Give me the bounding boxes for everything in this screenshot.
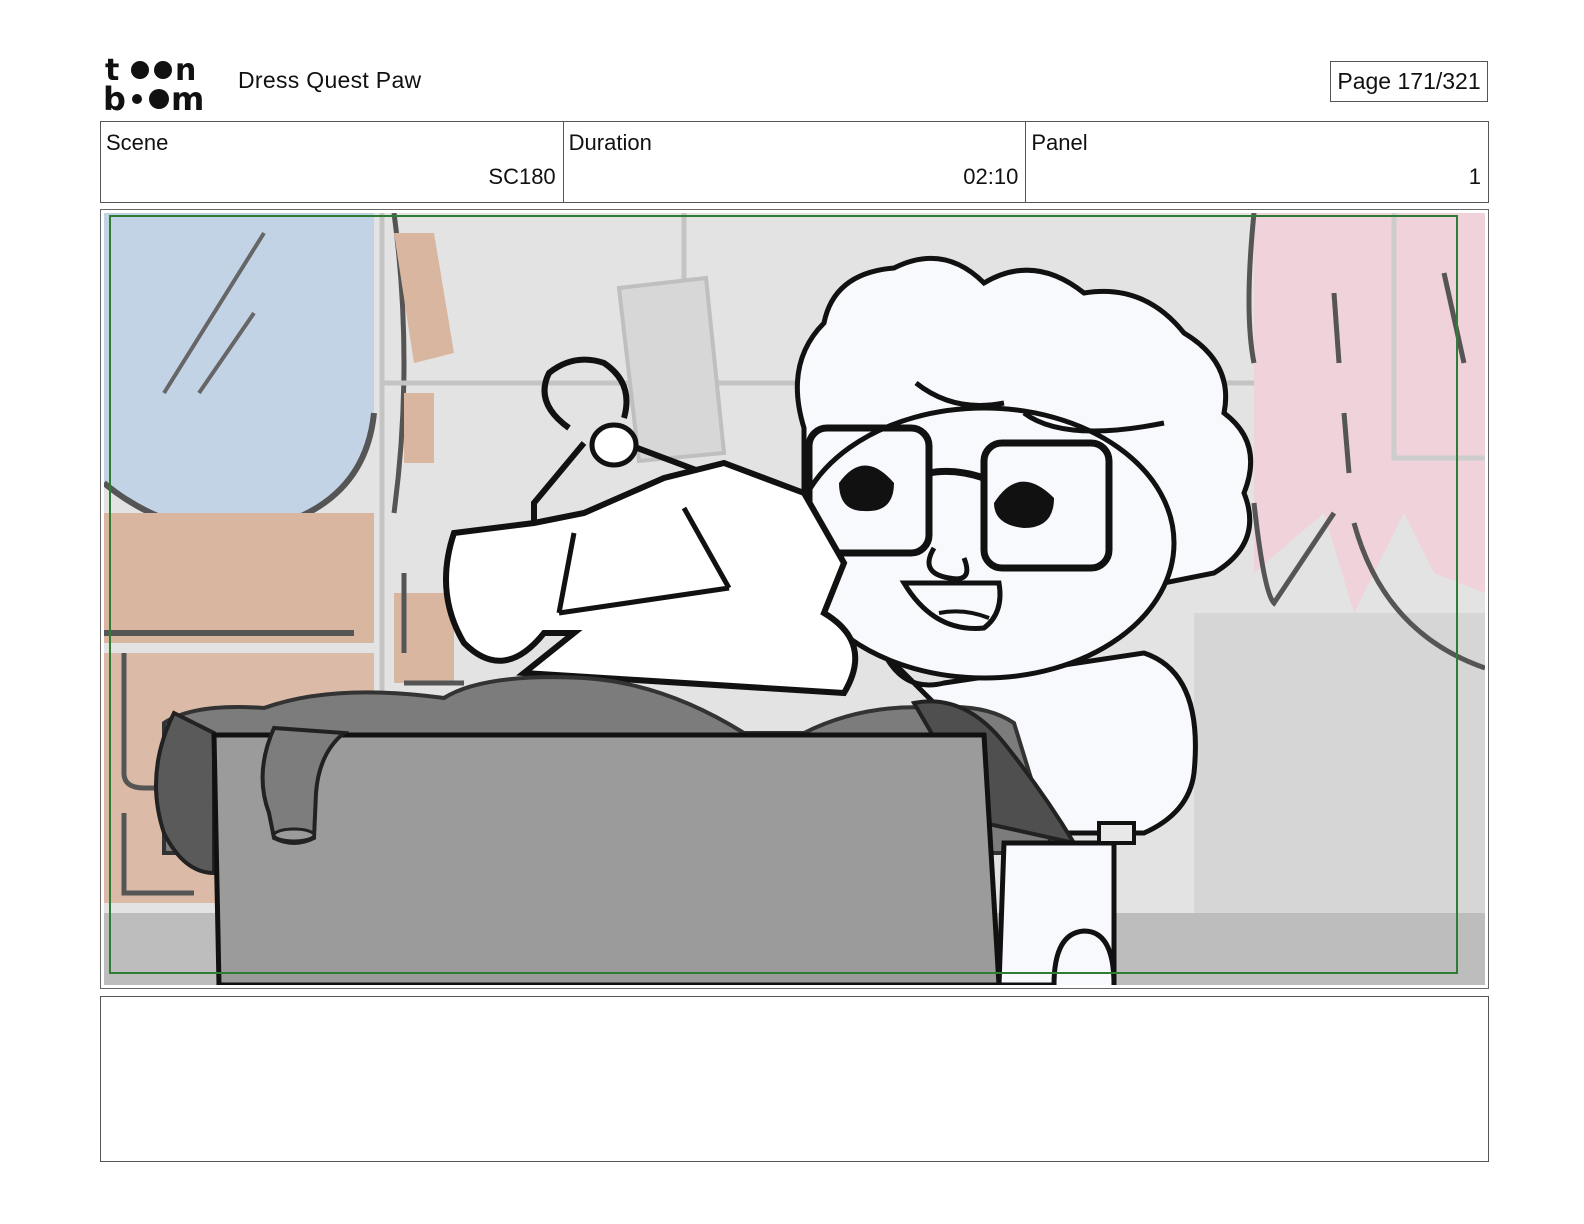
panel-value: 1: [1468, 164, 1482, 189]
toonboom-logo: t n b m: [103, 53, 204, 112]
scene-label: Scene: [106, 130, 169, 155]
storyboard-panel-image: [104, 213, 1485, 985]
svg-text:b: b: [103, 80, 126, 112]
panel-label: Panel: [1031, 130, 1088, 155]
svg-text:m: m: [171, 80, 204, 112]
scene-value: SC180: [488, 164, 556, 189]
panel-info-table: Scene SC180 Duration 02:10 Panel 1: [100, 121, 1489, 203]
document-title: Dress Quest Paw: [238, 67, 422, 93]
clothes-box: [211, 732, 1002, 985]
panel-cell: Panel 1: [1025, 122, 1488, 202]
scene-cell: Scene SC180: [101, 122, 563, 202]
panel-notes-box: [100, 996, 1489, 1162]
page-indicator: Page 171/321: [1330, 61, 1488, 102]
panel-drawing: [104, 213, 1485, 985]
mirror-shape: [104, 213, 374, 533]
duration-cell: Duration 02:10: [562, 122, 1026, 202]
duration-value: 02:10: [963, 164, 1019, 189]
duration-label: Duration: [568, 130, 652, 155]
